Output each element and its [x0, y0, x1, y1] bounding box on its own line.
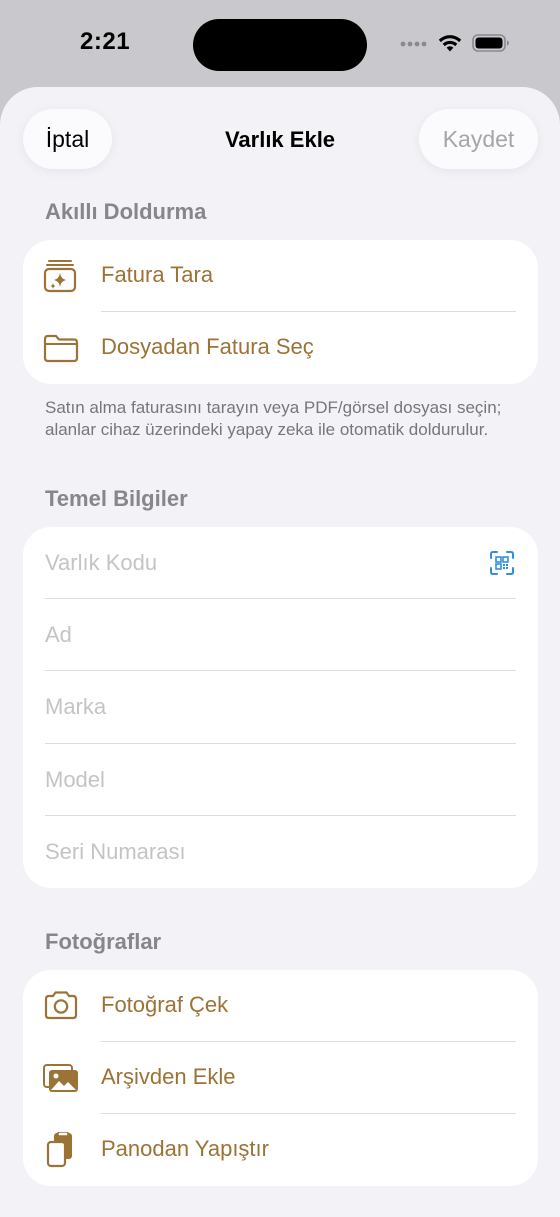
- scan-invoice-icon: [43, 260, 77, 293]
- model-field[interactable]: Model: [23, 744, 538, 816]
- asset-code-field[interactable]: Varlık Kodu: [23, 527, 538, 599]
- paste-from-clipboard-row[interactable]: Panodan Yapıştır: [23, 1114, 538, 1186]
- photos-card: Fotoğraf Çek Arşivden Ekle Panodan Yapış…: [23, 970, 538, 1186]
- scan-invoice-label: Fatura Tara: [101, 262, 214, 287]
- status-time: 2:21: [80, 28, 131, 55]
- section-header-smart-fill: Akıllı Doldurma: [45, 199, 207, 224]
- add-from-library-row[interactable]: Arşivden Ekle: [23, 1042, 538, 1114]
- cellular-signal-icon: [400, 41, 427, 47]
- name-placeholder: Ad: [45, 622, 72, 647]
- add-from-library-label: Arşivden Ekle: [101, 1064, 236, 1089]
- section-header-basic-info: Temel Bilgiler: [45, 486, 188, 511]
- smart-fill-card: Fatura Tara Dosyadan Fatura Seç: [23, 240, 538, 384]
- name-field[interactable]: Ad: [23, 599, 538, 671]
- serial-number-field[interactable]: Seri Numarası: [23, 816, 538, 888]
- folder-icon: [43, 334, 79, 363]
- basic-info-card: Varlık Kodu Ad Marka Model Seri Numarası: [23, 527, 538, 888]
- brand-field[interactable]: Marka: [23, 671, 538, 743]
- model-placeholder: Model: [45, 767, 105, 792]
- take-photo-label: Fotoğraf Çek: [101, 992, 229, 1017]
- camera-icon: [44, 991, 78, 1020]
- paste-from-clipboard-label: Panodan Yapıştır: [101, 1136, 269, 1161]
- scan-invoice-row[interactable]: Fatura Tara: [23, 240, 538, 312]
- brand-placeholder: Marka: [45, 694, 107, 719]
- clipboard-paste-icon: [46, 1132, 72, 1168]
- status-bar: 2:21: [0, 0, 560, 88]
- section-header-photos: Fotoğraflar: [45, 929, 162, 954]
- status-icons: [400, 34, 510, 52]
- save-button[interactable]: Kaydet: [419, 109, 538, 169]
- smart-fill-footer-note: Satın alma faturasını tarayın veya PDF/g…: [45, 398, 502, 439]
- wifi-icon: [438, 35, 462, 52]
- add-asset-sheet: İptal Varlık Ekle Kaydet Akıllı Doldurma…: [0, 87, 560, 1217]
- choose-invoice-file-label: Dosyadan Fatura Seç: [101, 334, 314, 359]
- battery-icon: [472, 34, 509, 52]
- asset-code-placeholder: Varlık Kodu: [45, 550, 158, 575]
- serial-number-placeholder: Seri Numarası: [45, 839, 186, 864]
- qr-scan-icon[interactable]: [490, 551, 514, 575]
- photo-library-icon: [43, 1064, 78, 1092]
- choose-invoice-file-row[interactable]: Dosyadan Fatura Seç: [23, 312, 538, 384]
- dynamic-island: [193, 19, 367, 71]
- take-photo-row[interactable]: Fotoğraf Çek: [23, 970, 538, 1042]
